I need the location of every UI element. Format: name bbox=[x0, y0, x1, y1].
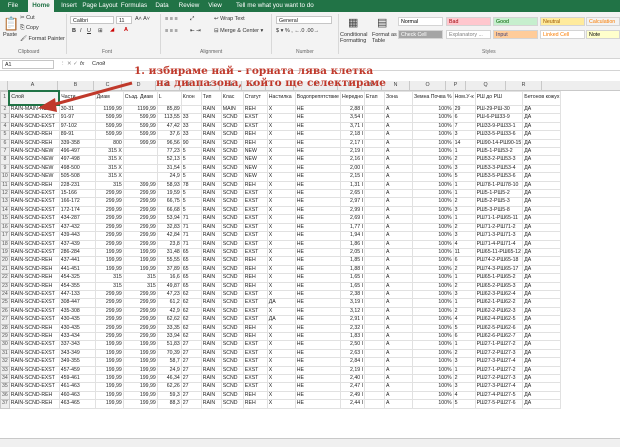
arrow-head bbox=[38, 98, 57, 112]
arrow-line bbox=[51, 81, 133, 107]
annotation-arrow bbox=[38, 81, 133, 112]
